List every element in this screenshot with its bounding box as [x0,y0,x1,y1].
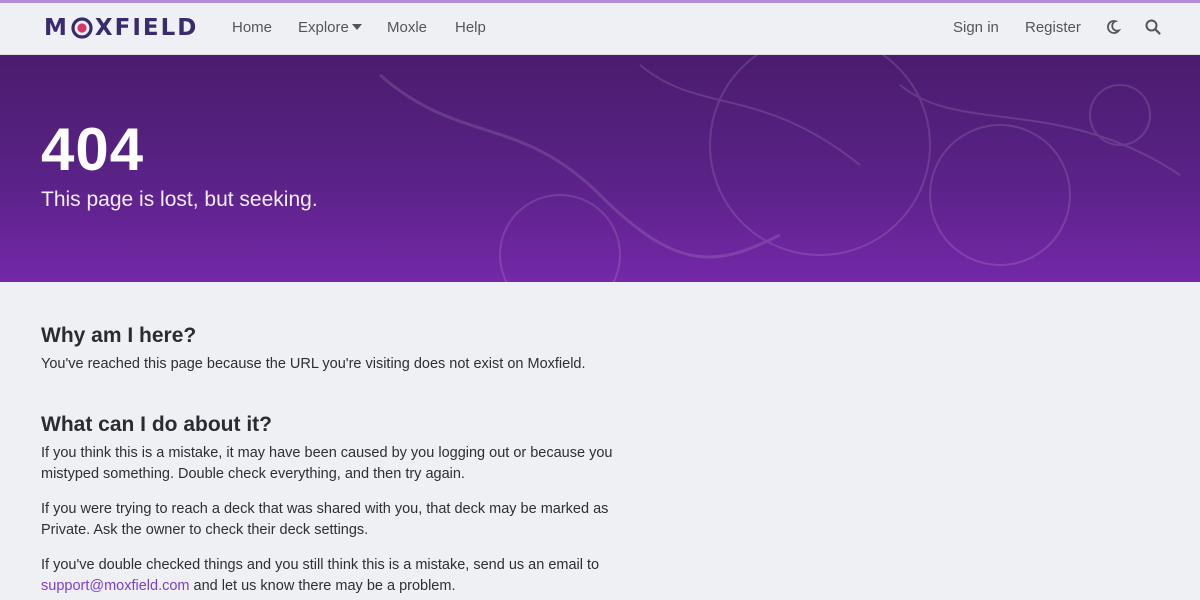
nav-explore-label: Explore [298,19,349,36]
logo-text-right: XFIELD [94,15,199,41]
hero-background-art [379,55,1181,282]
section-title-why: Why am I here? [41,324,197,347]
search-icon[interactable] [1144,18,1162,36]
contact-text-after: and let us know there may be a problem. [189,578,456,594]
error-subtitle: This page is lost, but seeking. [41,188,318,211]
sign-in-link[interactable]: Sign in [953,19,999,36]
support-email-link[interactable]: support@moxfield.com [41,578,190,594]
moxfield-logo[interactable]: M XFIELD [44,14,198,42]
paragraph-private-deck: If you were trying to reach a deck that … [41,501,609,538]
section-title-what: What can I do about it? [41,413,272,436]
paragraph-mistake: If you think this is a mistake, it may h… [41,445,613,482]
nav-home-link[interactable]: Home [232,19,272,36]
logo-text-left: M [44,15,69,41]
caret-down-icon [351,24,362,30]
register-link[interactable]: Register [1025,19,1081,36]
error-code: 404 [41,116,145,183]
nav-moxle-link[interactable]: Moxle [387,19,427,36]
navbar: M XFIELD Home Explore Moxle Help Sign in… [0,3,1200,55]
contact-text-before: If you've double checked things and you … [41,557,600,573]
hero-banner: 404 This page is lost, but seeking. [0,55,1200,282]
main-content: Why am I here? You've reached this page … [41,322,641,597]
nav-help-link[interactable]: Help [455,19,486,36]
section-text-why: You've reached this page because the URL… [41,356,586,372]
paragraph-contact: If you've double checked things and you … [41,555,641,597]
logo-mark-icon [71,17,93,39]
nav-explore-link[interactable]: Explore [298,19,362,36]
moon-icon[interactable] [1104,18,1122,36]
